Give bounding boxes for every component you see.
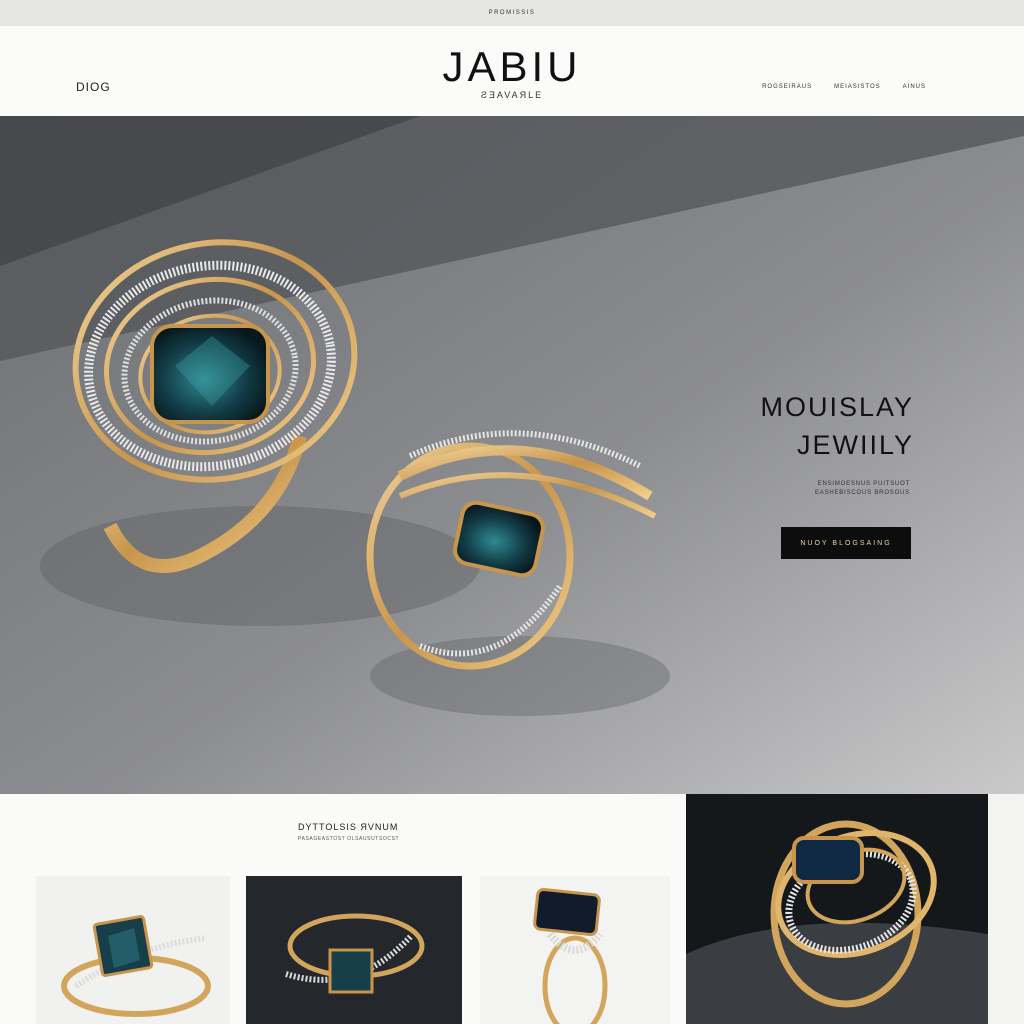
- hero-desc-line-1: ENSIMOESNUS PUITSUOT: [817, 481, 910, 487]
- ring-emerald-cut-icon: [61, 915, 211, 1017]
- hero-desc-line-2: EASHEBISCOUS BROSOUS: [814, 490, 910, 496]
- product-card-3[interactable]: [480, 876, 670, 1024]
- ring-square-stone-icon: [285, 913, 425, 994]
- brand-logo[interactable]: JABIU ƧƎAVAЯLE: [0, 42, 1024, 100]
- ring-solitaire-icon: [533, 887, 608, 1024]
- featured-product-image[interactable]: [686, 794, 988, 1024]
- brand-tagline: ƧƎAVAЯLE: [480, 90, 544, 100]
- announcement-bar: PROMISSIS: [0, 0, 1024, 26]
- section-title: DYTTOLSIS ЯVNUM: [298, 822, 399, 832]
- page-edge: [988, 794, 1024, 1024]
- nav-item-3[interactable]: AINUS: [903, 84, 926, 90]
- collection-section: DYTTOLSIS ЯVNUM PASAGEASTOST OLSAUSUTSOC…: [0, 794, 1024, 1024]
- hero-banner: MOUISLAY JEWIILY ENSIMOESNUS PUITSUOT EA…: [0, 116, 1024, 794]
- section-subtitle: PASAGEASTOST OLSAUSUTSOCST: [298, 836, 400, 842]
- product-card-2[interactable]: [246, 876, 462, 1024]
- hero-title-line-1: MOUISLAY: [760, 392, 914, 422]
- announcement-text: PROMISSIS: [488, 10, 536, 16]
- site-header: DIOG JABIU ƧƎAVAЯLE ROGSEIRAUS MEIASISTO…: [0, 26, 1024, 116]
- hero-description: ENSIMOESNUS PUITSUOT EASHEBISCOUS BROSOU…: [815, 480, 910, 498]
- nav-item-2[interactable]: MEIASISTOS: [834, 84, 881, 90]
- hero-title: MOUISLAY JEWIILY: [760, 388, 914, 464]
- main-nav: ROGSEIRAUS MEIASISTOS AINUS: [762, 84, 926, 90]
- nav-item-1[interactable]: ROGSEIRAUS: [762, 84, 812, 90]
- hero-title-line-2: JEWIILY: [796, 430, 914, 460]
- hero-cta-button[interactable]: NUOY BLOGSAING: [781, 527, 911, 559]
- featured-spiral-ring-icon: [686, 794, 988, 1024]
- product-card-1[interactable]: [36, 876, 230, 1024]
